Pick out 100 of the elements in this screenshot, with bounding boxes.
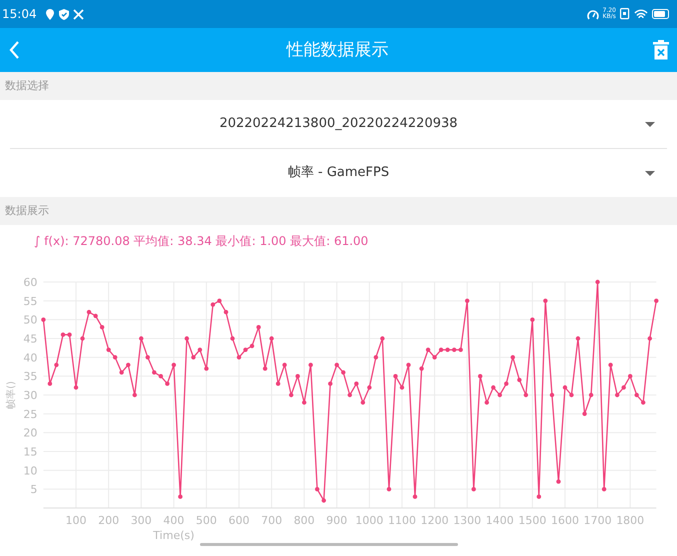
x-tick-label: 300 — [130, 514, 152, 527]
data-point — [569, 392, 574, 398]
data-point — [243, 348, 248, 352]
data-point — [250, 344, 254, 348]
y-tick-label: 40 — [23, 351, 38, 364]
x-tick-label: 1800 — [616, 514, 644, 527]
y-tick-label: 10 — [23, 464, 38, 478]
data-point — [354, 382, 359, 386]
data-point — [550, 392, 554, 398]
data-point — [191, 355, 196, 360]
x-tick-label: 1600 — [551, 514, 579, 527]
x-tick-label: 900 — [326, 514, 348, 527]
x-tick-label: 1500 — [518, 514, 546, 527]
data-point — [400, 385, 404, 390]
x-tick-label: 400 — [163, 514, 184, 527]
data-point — [622, 385, 626, 390]
data-point — [562, 385, 568, 390]
data-point — [230, 336, 235, 341]
section-label: 数据选择 — [5, 78, 49, 94]
delete-button[interactable] — [653, 40, 669, 60]
data-point — [262, 366, 268, 371]
y-tick-label: 45 — [23, 332, 38, 346]
data-point — [595, 280, 600, 284]
back-button[interactable] — [8, 40, 22, 60]
data-point — [132, 392, 137, 398]
wifi-icon — [634, 8, 648, 20]
data-point — [112, 355, 118, 360]
data-point — [517, 378, 522, 382]
data-point — [48, 382, 52, 386]
speedometer-icon — [586, 8, 599, 20]
back-icon — [8, 40, 22, 60]
data-point — [322, 498, 326, 503]
data-point — [641, 400, 646, 405]
page-title: 性能数据展示 — [285, 40, 390, 60]
data-point — [172, 362, 176, 368]
data-point — [236, 355, 242, 360]
data-point — [556, 479, 561, 484]
data-point — [543, 298, 548, 303]
y-tick-label: 15 — [23, 446, 38, 458]
data-point — [86, 310, 92, 314]
data-point — [296, 374, 300, 378]
data-point — [139, 336, 144, 341]
data-point — [412, 494, 418, 499]
data-point — [198, 348, 202, 352]
x-tick-label: 700 — [261, 514, 282, 527]
x-tick-label: 1100 — [388, 514, 416, 527]
data-point — [93, 314, 98, 318]
data-point — [126, 362, 130, 368]
trash-icon — [653, 40, 669, 60]
data-point — [426, 348, 430, 352]
data-point — [210, 302, 216, 307]
data-point — [60, 332, 66, 337]
x-tick-label: 800 — [294, 514, 315, 527]
data-point — [582, 412, 587, 416]
data-point — [380, 336, 385, 341]
data-point — [634, 392, 639, 398]
data-point — [576, 336, 580, 341]
y-tick-label: 35 — [23, 370, 38, 384]
data-point — [54, 362, 59, 368]
data-point — [498, 392, 502, 398]
data-point — [80, 336, 85, 341]
y-tick-label: 20 — [23, 426, 38, 440]
data-point — [452, 348, 456, 352]
clock-time: 15:04 — [2, 6, 37, 23]
data-point — [458, 348, 463, 352]
data-point — [119, 370, 124, 375]
data-point — [472, 487, 476, 492]
data-point — [530, 318, 535, 322]
y-tick-label: 50 — [23, 314, 38, 327]
data-point — [615, 392, 620, 398]
data-point — [106, 348, 111, 352]
data-point — [67, 332, 72, 337]
y-tick-label: 5 — [30, 483, 38, 496]
x-tick-label: 1700 — [584, 514, 612, 527]
x-tick-label: 1400 — [486, 514, 514, 527]
data-point — [360, 400, 366, 405]
y-tick-label: 30 — [23, 389, 38, 402]
summary-statistics: ∫ f(x): 72780.08 平均值: 38.34 最小值: 1.00 最大值: 61.00 — [34, 234, 368, 248]
data-point — [465, 298, 470, 303]
data-point — [178, 494, 182, 499]
x-tick-label: 100 — [66, 514, 86, 527]
data-point — [419, 366, 424, 371]
data-point — [224, 310, 228, 314]
data-point — [74, 385, 78, 390]
data-point — [184, 336, 189, 341]
data-point — [445, 348, 450, 352]
data-point — [374, 355, 378, 360]
data-point — [100, 325, 104, 330]
data-point — [484, 400, 489, 405]
data-point — [289, 392, 294, 398]
data-point — [165, 382, 170, 386]
location-pin-icon — [44, 8, 55, 20]
data-point — [504, 382, 508, 386]
data-point — [328, 382, 332, 386]
data-point — [315, 487, 320, 492]
x-tick-label: 600 — [228, 514, 250, 527]
data-point — [269, 336, 274, 341]
data-point — [608, 362, 613, 368]
y-tick-label: 55 — [23, 294, 38, 308]
data-point — [256, 325, 261, 330]
